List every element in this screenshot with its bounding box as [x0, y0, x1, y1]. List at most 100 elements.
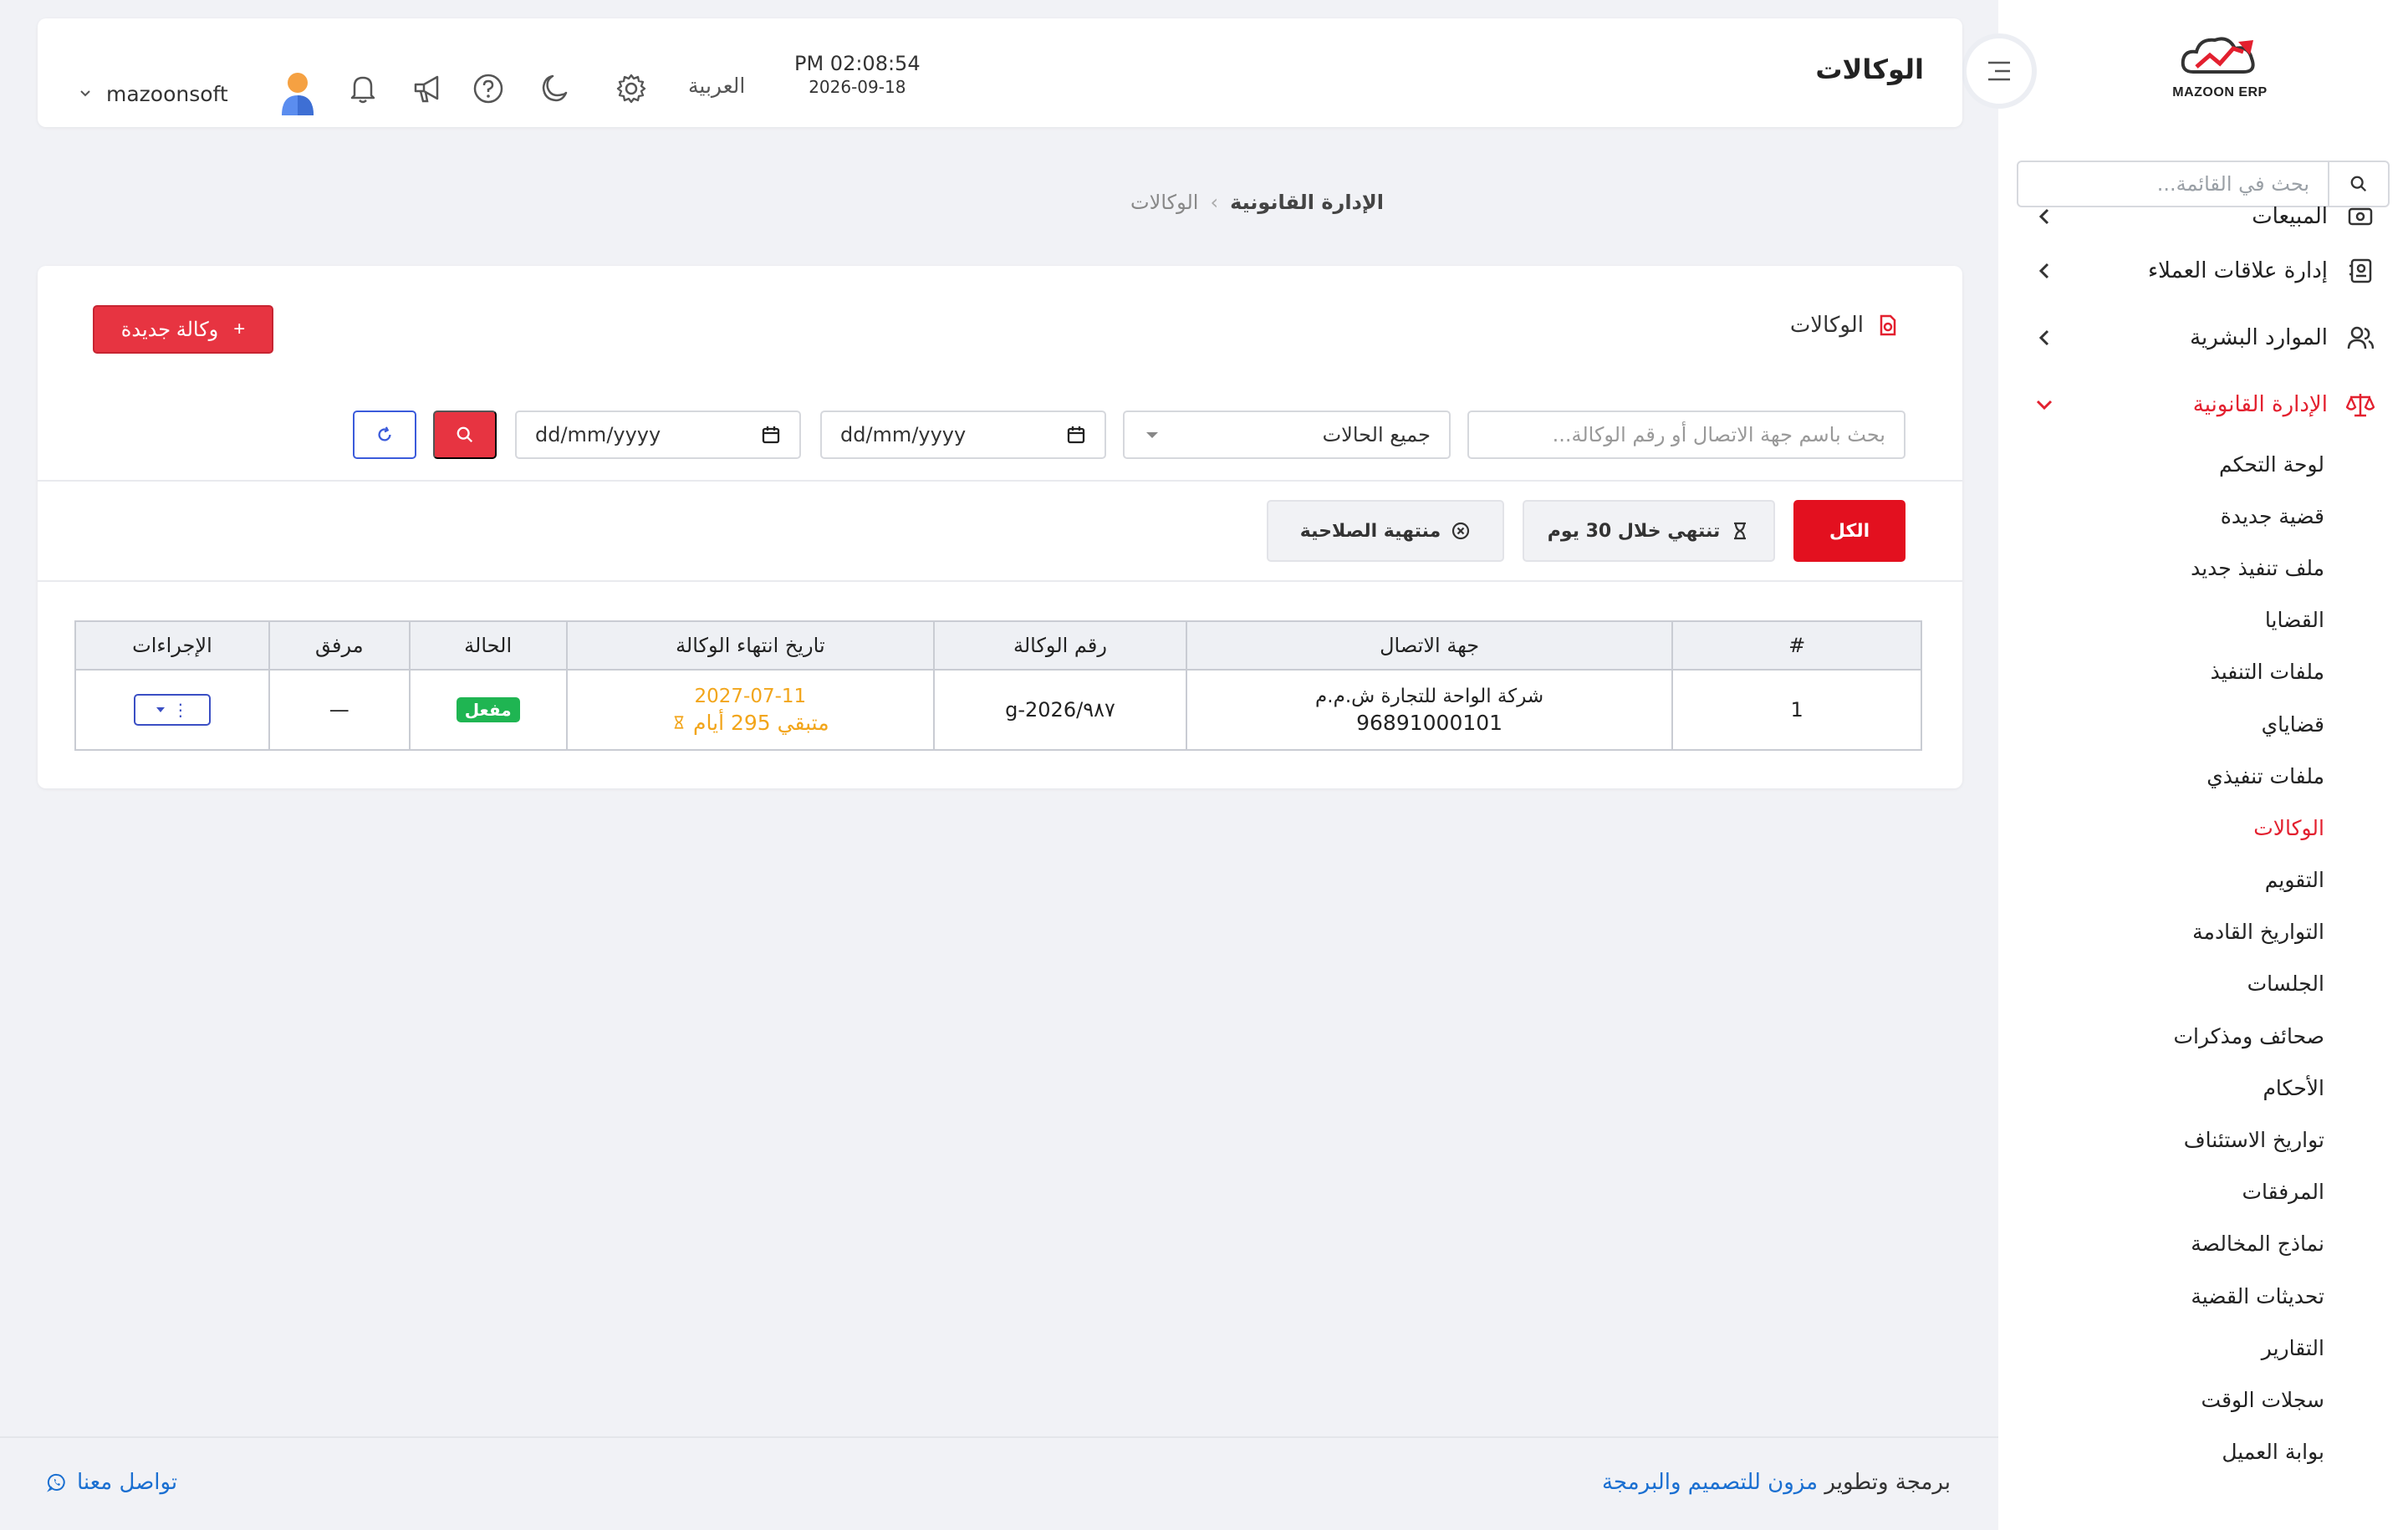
agency-number: ٩٨٧/2026-g: [933, 669, 1187, 751]
sidebar-subitem[interactable]: سجلات الوقت: [1998, 1374, 2324, 1425]
caret-down-icon: [156, 707, 165, 712]
column-header[interactable]: تاريخ انتهاء الوكالة: [565, 620, 936, 671]
search-icon: [457, 426, 473, 443]
attachment-cell: —: [268, 669, 411, 751]
sidebar-subitem[interactable]: التقويم: [1998, 854, 2324, 906]
sidebar-item-crm[interactable]: إدارة علاقات العملاء: [1998, 237, 2408, 304]
chevron-down-icon: [80, 90, 90, 97]
sidebar-subitem[interactable]: قضاياي: [1998, 698, 2324, 750]
chevron-left-icon: [2032, 329, 2057, 347]
language-switch[interactable]: العربية: [688, 74, 745, 98]
sidebar-subitem[interactable]: الجلسات: [1998, 958, 2324, 1010]
kebab-icon: ⋮: [171, 700, 189, 720]
tab-expiring-30[interactable]: تنتهي خلال 30 يوم: [1523, 500, 1775, 562]
calendar-icon[interactable]: [1066, 425, 1086, 445]
sidebar-item-legal[interactable]: الإدارة القانونية: [1998, 371, 2408, 438]
whatsapp-icon: [47, 1473, 65, 1492]
row-index: 1: [1671, 669, 1922, 751]
sidebar-subitem[interactable]: ملفات التنفيذ: [1998, 646, 2324, 698]
row-actions-dropdown[interactable]: ⋮: [133, 694, 211, 726]
breadcrumb-parent[interactable]: الإدارة القانونية: [1230, 191, 1384, 214]
sidebar-subitem[interactable]: التواريخ القادمة: [1998, 906, 2324, 958]
settings-icon[interactable]: [613, 70, 650, 107]
username: mazoonsoft: [106, 81, 228, 106]
tab-expiring-30-label: تنتهي خلال 30 يوم: [1547, 520, 1721, 542]
breadcrumb: الإدارة القانونية › الوكالات: [1130, 191, 1384, 214]
chevron-left-icon: [2032, 262, 2057, 280]
user-menu[interactable]: mazoonsoft: [79, 70, 319, 117]
sidebar-subitem[interactable]: بوابة العميل: [1998, 1426, 2324, 1478]
contacts-icon: [2346, 257, 2375, 285]
sidebar-subitem[interactable]: قضية جديدة: [1998, 490, 2324, 542]
contact-name[interactable]: شركة الواحة للتجارة ش.م.م: [1187, 686, 1671, 707]
x-circle-icon: [1452, 522, 1470, 540]
sidebar-toggle-button[interactable]: [1962, 33, 2037, 109]
sidebar-subitem[interactable]: ملف تنفيذ جديد: [1998, 542, 2324, 594]
tab-expired[interactable]: منتهية الصلاحية: [1267, 500, 1504, 562]
sidebar-item-sales[interactable]: المبيعات: [1998, 196, 2408, 237]
sidebar-item-label: إدارة علاقات العملاء: [2147, 258, 2328, 283]
search-button[interactable]: [433, 411, 497, 459]
column-header: الإجراءات: [74, 620, 270, 671]
filter-bar: بحث باسم جهة الاتصال أو رقم الوكالة... ج…: [38, 411, 1962, 459]
megaphone-icon[interactable]: [411, 70, 447, 107]
date-from-value: dd/mm/yyyy: [840, 423, 967, 446]
sidebar-item-hr[interactable]: الموارد البشرية: [1998, 304, 2408, 371]
sidebar-search-input[interactable]: [2018, 172, 2328, 196]
sales-icon: [2346, 202, 2375, 231]
column-header[interactable]: مرفق: [268, 620, 411, 671]
legal-submenu: لوحة التحكم قضية جديدة ملف تنفيذ جديد القضا…: [1998, 438, 2408, 1478]
new-agency-button[interactable]: + وكالة جديدة: [93, 305, 273, 354]
divider: [38, 480, 1962, 482]
column-header[interactable]: رقم الوكالة: [933, 620, 1187, 671]
sidebar-subitem[interactable]: نماذج المخالصة: [1998, 1218, 2324, 1270]
date-from-input[interactable]: dd/mm/yyyy: [820, 411, 1106, 459]
top-header: الوكالات PM 02:08:54 2026-09-18 العربية …: [38, 18, 1962, 127]
clock-date: 2026-09-18: [809, 77, 906, 97]
plus-icon: +: [233, 318, 246, 340]
column-header[interactable]: الحالة: [408, 620, 568, 671]
sidebar-item-label: المبيعات: [2252, 204, 2328, 229]
help-icon[interactable]: [470, 70, 507, 107]
remaining-days: متبقي 295 أيام: [568, 711, 934, 735]
footer-credit-link[interactable]: مزون للتصميم والبرمجة: [1602, 1470, 1818, 1495]
sidebar-subitem[interactable]: صحائف ومذكرات: [1998, 1010, 2324, 1062]
app-logo[interactable]: MAZOON ERP: [2157, 30, 2283, 114]
sidebar-subitem[interactable]: تواريخ الاستئناف: [1998, 1114, 2324, 1165]
page-title: الوكالات: [1815, 54, 1924, 85]
sidebar-subitem[interactable]: لوحة التحكم: [1998, 438, 2324, 490]
moon-icon[interactable]: [537, 70, 574, 107]
date-to-value: dd/mm/yyyy: [535, 423, 661, 446]
chevron-down-icon: [2032, 398, 2057, 411]
agency-search-input[interactable]: بحث باسم جهة الاتصال أو رقم الوكالة...: [1467, 411, 1905, 459]
refresh-button[interactable]: [353, 411, 416, 459]
sidebar-subitem[interactable]: المرفقات: [1998, 1166, 2324, 1218]
column-header[interactable]: #: [1671, 620, 1922, 671]
table-header-row: # جهة الاتصال رقم الوكالة تاريخ انتهاء ا…: [74, 620, 1922, 671]
footer-credit: برمجة وتطوير مزون للتصميم والبرمجة: [1602, 1470, 1951, 1495]
date-to-input[interactable]: dd/mm/yyyy: [515, 411, 801, 459]
column-header[interactable]: جهة الاتصال: [1185, 620, 1674, 671]
sidebar-subitem[interactable]: تحديثات القضية: [1998, 1270, 2324, 1322]
sidebar-subitem[interactable]: القضايا: [1998, 594, 2324, 646]
status-badge: مفعل: [456, 697, 520, 722]
agencies-card: الوكالات + وكالة جديدة بحث باسم جهة الات…: [38, 266, 1962, 788]
contact-us-link[interactable]: تواصل معنا: [47, 1470, 177, 1495]
tab-all[interactable]: الكل: [1793, 500, 1905, 562]
breadcrumb-current: الوكالات: [1130, 191, 1199, 214]
calendar-icon[interactable]: [761, 425, 781, 445]
scales-icon: [2346, 390, 2375, 419]
sidebar-subitem[interactable]: الوكالات: [1998, 802, 2324, 854]
document-icon: [1880, 314, 1896, 336]
table-row[interactable]: 1 شركة الواحة للتجارة ش.م.م 96891000101 …: [74, 669, 1922, 751]
sidebar-subitem[interactable]: ملفات تنفيذي: [1998, 750, 2324, 802]
bell-icon[interactable]: [344, 70, 381, 107]
sidebar-subitem[interactable]: التقارير: [1998, 1322, 2324, 1374]
contact-phone: 96891000101: [1356, 710, 1503, 735]
status-select-value: جميع الحالات: [1322, 423, 1431, 446]
sidebar-subitem[interactable]: الأحكام: [1998, 1062, 2324, 1114]
sidebar-menu: المبيعات إدارة علاقات العملاء الموارد ال…: [1998, 204, 2408, 1478]
status-cell: مفعل: [408, 669, 568, 751]
avatar: [281, 73, 314, 115]
status-select[interactable]: جميع الحالات: [1123, 411, 1451, 459]
